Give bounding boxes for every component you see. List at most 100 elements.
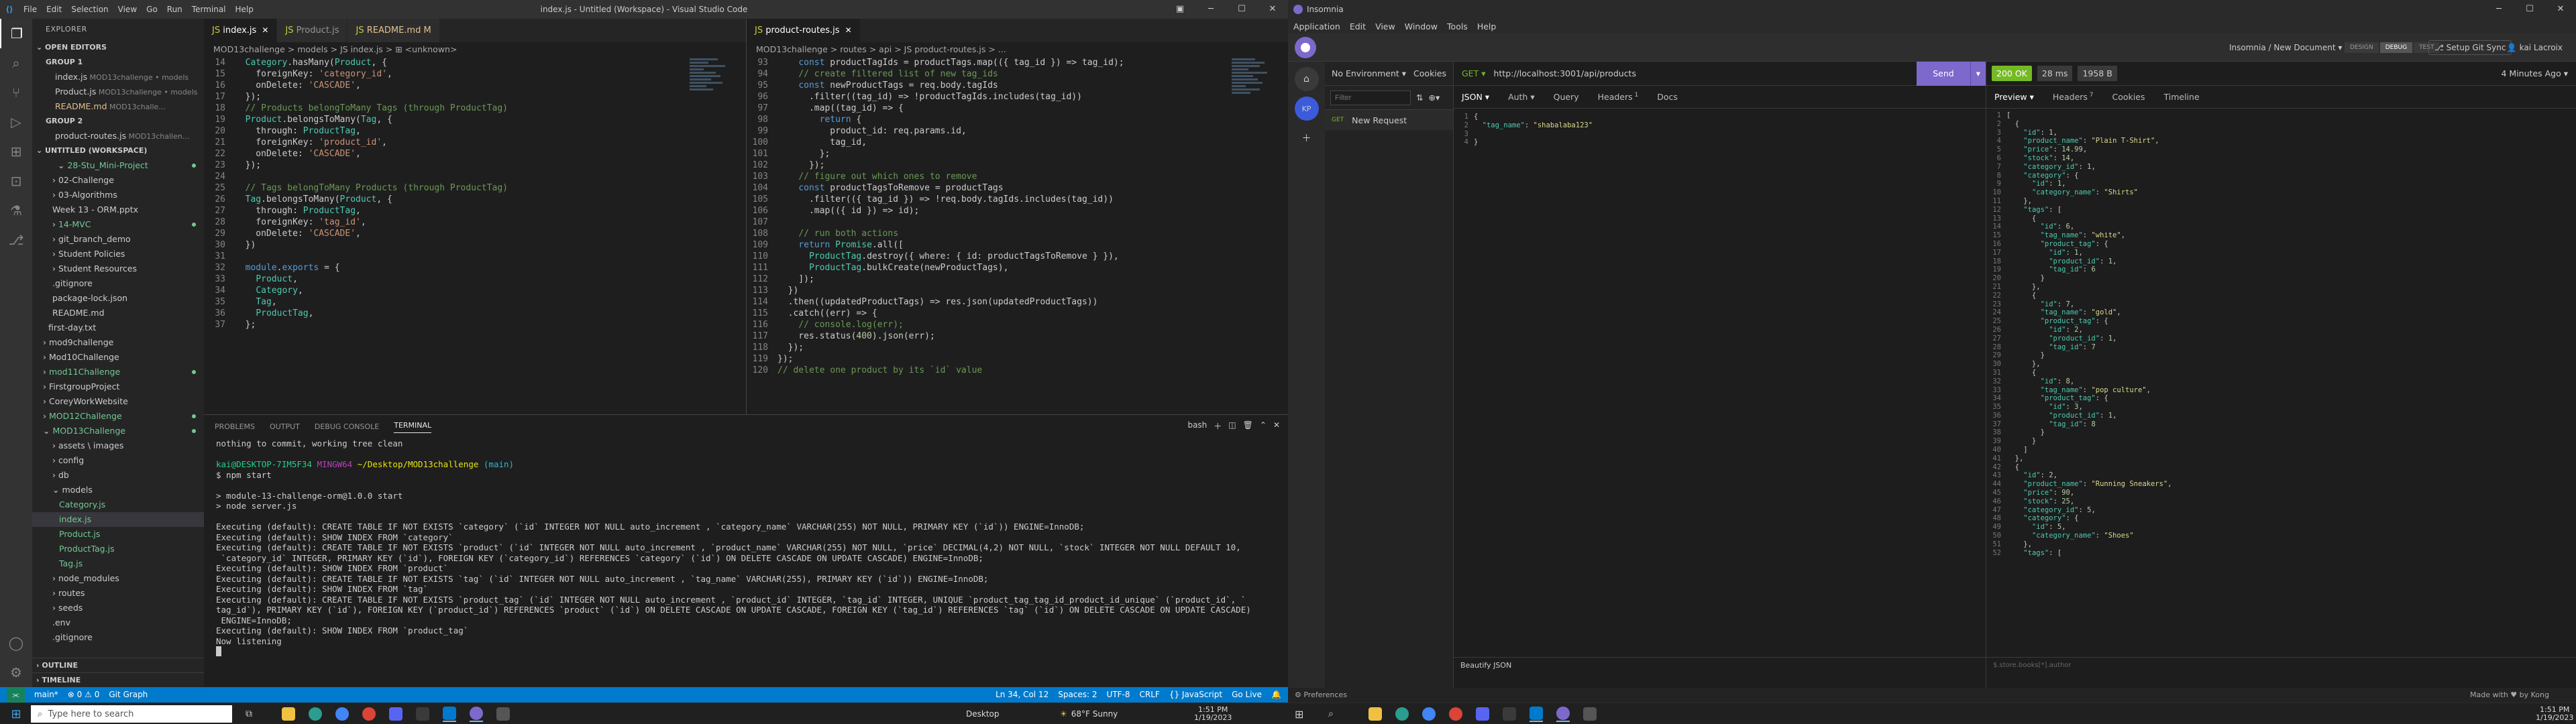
- windows-start-icon[interactable]: ⊞: [7, 706, 25, 722]
- tree-item[interactable]: .gitignore: [32, 276, 204, 291]
- panel-tab-debug-console[interactable]: DEBUG CONSOLE: [315, 422, 379, 431]
- windows-start-icon-2[interactable]: ⊞: [1295, 706, 1303, 722]
- encoding[interactable]: UTF-8: [1107, 687, 1130, 703]
- menu-view[interactable]: View: [113, 5, 142, 14]
- new-terminal-icon[interactable]: ＋: [1214, 420, 1222, 432]
- task-view-icon[interactable]: ⧉: [239, 706, 259, 722]
- close-panel-icon[interactable]: ✕: [1273, 420, 1280, 432]
- ins-menu-application[interactable]: Application: [1293, 21, 1340, 32]
- mode-tab-design[interactable]: DESIGN: [2345, 42, 2379, 53]
- weather-widget[interactable]: ☀ 68°F Sunny: [1060, 706, 1118, 722]
- search-icon-2[interactable]: ⌕: [1328, 706, 1334, 722]
- menu-file[interactable]: File: [19, 5, 42, 14]
- tree-item[interactable]: › config: [32, 453, 204, 468]
- request-body-editor[interactable]: 1{2 "tag_name": "shabalaba123" 3 4}: [1454, 109, 1986, 147]
- insomnia-home-icon[interactable]: [1295, 37, 1316, 58]
- search-icon[interactable]: ⌕: [0, 48, 32, 78]
- discord-icon[interactable]: [389, 706, 402, 722]
- tree-item[interactable]: › Student Policies: [32, 247, 204, 261]
- tree-item[interactable]: › 03-Algorithms: [32, 188, 204, 202]
- tree-item[interactable]: Category.js: [32, 497, 204, 512]
- panel-tab-output[interactable]: OUTPUT: [270, 422, 300, 431]
- app-icon[interactable]: [416, 706, 429, 722]
- open-editors-header[interactable]: ⌄ OPEN EDITORS: [32, 40, 204, 55]
- add-request-icon[interactable]: ⊕▾: [1428, 93, 1440, 103]
- layout-icon[interactable]: ▣: [1165, 0, 1195, 19]
- file-explorer-icon-2[interactable]: [1368, 706, 1382, 722]
- tree-item[interactable]: › git_branch_demo: [32, 232, 204, 247]
- close-tab-icon[interactable]: ✕: [262, 25, 268, 35]
- tree-item[interactable]: › Student Resources: [32, 261, 204, 276]
- tree-item[interactable]: › node_modules: [32, 571, 204, 586]
- tree-item[interactable]: › db: [32, 468, 204, 483]
- response-tab[interactable]: Cookies: [2112, 92, 2145, 102]
- tree-item[interactable]: ⌄ MOD13Challenge: [32, 424, 204, 438]
- git-sync-button[interactable]: ⎇ Setup Git Sync: [2428, 40, 2512, 55]
- chrome-profile-icon[interactable]: [362, 706, 376, 722]
- cursor-position[interactable]: Ln 34, Col 12: [996, 687, 1049, 703]
- panel-tab-terminal[interactable]: TERMINAL: [394, 421, 432, 433]
- url-input[interactable]: http://localhost:3001/api/products: [1493, 68, 1917, 78]
- notifications-bell-icon[interactable]: 🔔: [1271, 687, 1281, 703]
- tree-item[interactable]: .gitignore: [32, 630, 204, 645]
- tree-item[interactable]: index.js: [32, 512, 204, 527]
- tree-item[interactable]: Week 13 - ORM.pptx: [32, 202, 204, 217]
- menu-selection[interactable]: Selection: [66, 5, 113, 14]
- open-editor-item[interactable]: index.js MOD13challenge • models: [32, 70, 204, 84]
- open-editor-item[interactable]: product-routes.js MOD13challen...: [32, 129, 204, 143]
- git-graph-icon[interactable]: ⎇: [0, 225, 32, 255]
- send-button[interactable]: Send: [1917, 61, 1970, 86]
- tree-item[interactable]: › CoreyWorkWebsite: [32, 394, 204, 409]
- tree-item[interactable]: .env: [32, 615, 204, 630]
- kill-terminal-icon[interactable]: 🗑: [1243, 420, 1253, 432]
- insomnia-taskbar-icon[interactable]: [470, 706, 483, 722]
- tree-item[interactable]: › mod11Challenge: [32, 365, 204, 379]
- edge-icon[interactable]: [309, 706, 322, 722]
- ins-close-button[interactable]: ✕: [2545, 0, 2576, 19]
- editor-tab[interactable]: JS index.js ✕: [204, 19, 278, 42]
- request-tab[interactable]: Docs: [1657, 92, 1678, 102]
- vscode-taskbar-icon-2[interactable]: [1529, 706, 1543, 722]
- menu-help[interactable]: Help: [231, 5, 258, 14]
- outline-header[interactable]: › OUTLINE: [32, 658, 204, 672]
- tree-item[interactable]: › assets \ images: [32, 438, 204, 453]
- remote-icon[interactable]: ⊡: [0, 166, 32, 196]
- split-terminal-icon[interactable]: ◫: [1228, 420, 1236, 432]
- terminal-output[interactable]: nothing to commit, working tree clean ka…: [204, 438, 1288, 657]
- settings-gear-icon[interactable]: ⚙: [0, 658, 32, 687]
- explorer-icon[interactable]: ❐: [0, 19, 32, 48]
- chrome-icon-2[interactable]: [1422, 706, 1436, 722]
- request-tab[interactable]: Query: [1554, 92, 1579, 102]
- ins-menu-view[interactable]: View: [1375, 21, 1395, 32]
- add-workspace-icon[interactable]: ＋: [1295, 126, 1319, 150]
- tree-item[interactable]: › routes: [32, 586, 204, 601]
- indentation[interactable]: Spaces: 2: [1058, 687, 1097, 703]
- timeline-header[interactable]: › TIMELINE: [32, 672, 204, 687]
- response-tab[interactable]: Headers 7: [2053, 92, 2094, 102]
- environment-select[interactable]: No Environment ▾: [1332, 68, 1406, 78]
- editor-tab[interactable]: JS Product.js: [277, 19, 348, 42]
- tree-item[interactable]: › 14-MVC: [32, 217, 204, 232]
- taskbar-search[interactable]: ⌕ Type here to search: [31, 705, 232, 723]
- menu-terminal[interactable]: Terminal: [187, 5, 231, 14]
- preferences-button[interactable]: ⚙ Preferences: [1295, 690, 1347, 699]
- terminal-shell-label[interactable]: bash: [1187, 420, 1207, 432]
- maximize-button[interactable]: ☐: [1226, 0, 1257, 19]
- calculator-icon-2[interactable]: [1583, 706, 1597, 722]
- tree-item[interactable]: › 02-Challenge: [32, 173, 204, 188]
- method-select[interactable]: GET ▾: [1454, 68, 1493, 78]
- workspace-header[interactable]: ⌄ UNTITLED (WORKSPACE): [32, 143, 204, 158]
- problems-indicator[interactable]: ⊗ 0 ⚠ 0: [68, 687, 100, 703]
- user-menu[interactable]: 👤 kai Lacroix: [2507, 43, 2563, 52]
- desktop-toolbar[interactable]: Desktop: [966, 706, 1000, 722]
- kp-workspace-icon[interactable]: KP: [1294, 97, 1319, 121]
- calculator-icon[interactable]: [496, 706, 510, 722]
- request-tab[interactable]: Headers 1: [1598, 92, 1639, 102]
- response-body-viewer[interactable]: 1[2 {3 "id": 1, 4 "product_name": "Plain …: [1986, 109, 2576, 557]
- close-button[interactable]: ✕: [1257, 0, 1288, 19]
- tree-item[interactable]: package-lock.json: [32, 291, 204, 306]
- ins-menu-help[interactable]: Help: [1477, 21, 1497, 32]
- ins-menu-window[interactable]: Window: [1405, 21, 1438, 32]
- account-icon[interactable]: ◯: [0, 628, 32, 658]
- editor-tab[interactable]: JS README.md M: [347, 19, 440, 42]
